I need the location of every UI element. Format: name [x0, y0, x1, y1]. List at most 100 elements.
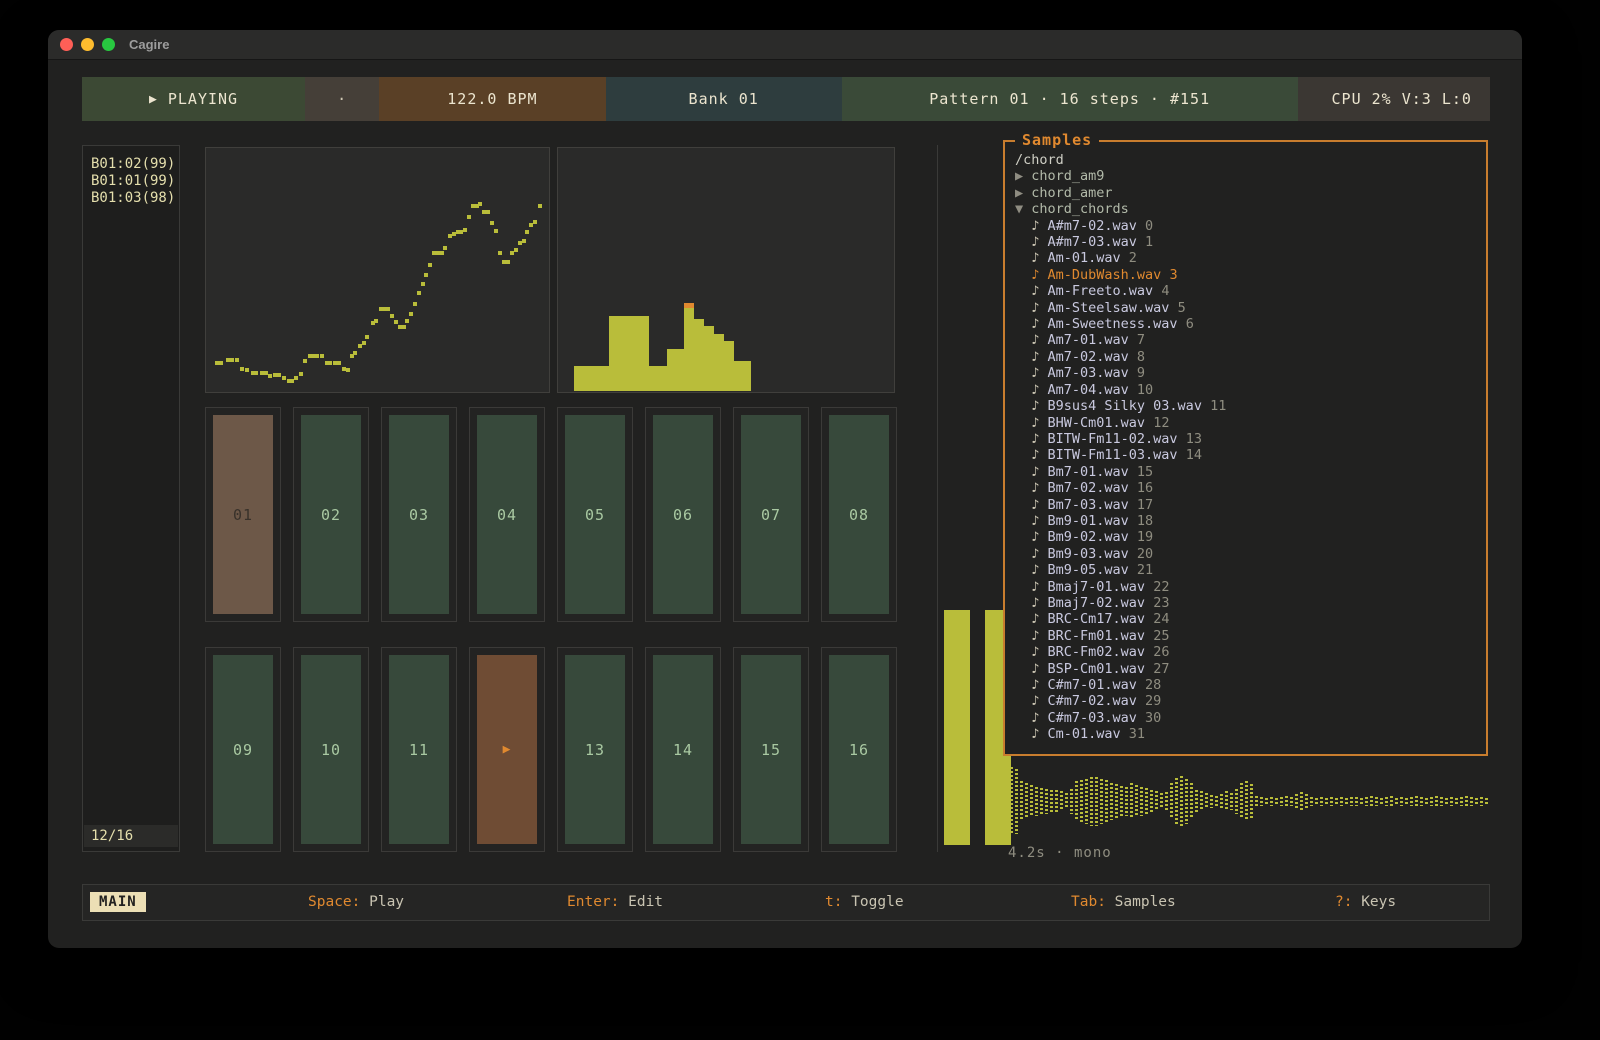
- sample-file-row[interactable]: ♪ Am-01.wav 2: [1015, 250, 1476, 266]
- sample-file-row[interactable]: ♪ BRC-Fm02.wav 26: [1015, 644, 1476, 660]
- sample-file-index: 24: [1145, 611, 1169, 627]
- sample-file-row[interactable]: ♪ BHW-Cm01.wav 12: [1015, 415, 1476, 431]
- event-list: B01:02(99)B01:01(99)B01:03(98): [83, 146, 179, 217]
- sample-file-row[interactable]: ♪ BRC-Fm01.wav 25: [1015, 628, 1476, 644]
- shortcut-key: ?:: [1335, 894, 1352, 910]
- pad-8[interactable]: 08: [829, 415, 889, 614]
- sample-file-row[interactable]: ♪ Bm7-02.wav 16: [1015, 480, 1476, 496]
- waveform-column: [1185, 779, 1188, 824]
- pad-4[interactable]: 04: [477, 415, 537, 614]
- waveform-column: [1130, 783, 1133, 819]
- sample-file-row[interactable]: ♪ Am-DubWash.wav 3: [1015, 267, 1476, 283]
- sample-file-row[interactable]: ♪ Am7-01.wav 7: [1015, 332, 1476, 348]
- music-note-icon: ♪: [1015, 726, 1048, 742]
- waveform-column: [1210, 795, 1213, 808]
- waveform-column: [1365, 797, 1368, 806]
- waveform-column: [1310, 797, 1313, 806]
- waveform-column: [1290, 797, 1293, 806]
- folder-row[interactable]: ▶ chord_amer: [1015, 185, 1476, 201]
- sample-file-name: Am7-02.wav: [1048, 349, 1129, 365]
- sample-file-row[interactable]: ♪ Bm9-03.wav 20: [1015, 546, 1476, 562]
- sample-file-row[interactable]: ♪ C#m7-02.wav 29: [1015, 693, 1476, 709]
- sample-file-row[interactable]: ♪ Cm-01.wav 31: [1015, 726, 1476, 742]
- zoom-icon[interactable]: [102, 38, 115, 51]
- sample-file-index: 30: [1137, 710, 1161, 726]
- sample-file-row[interactable]: ♪ B9sus4 Silky 03.wav 11: [1015, 398, 1476, 414]
- sample-file-name: BITW-Fm11-02.wav: [1048, 431, 1178, 447]
- sample-file-row[interactable]: ♪ Am-Steelsaw.wav 5: [1015, 300, 1476, 316]
- waveform-column: [1265, 798, 1268, 805]
- pad-7[interactable]: 07: [741, 415, 801, 614]
- pad-2[interactable]: 02: [301, 415, 361, 614]
- scatter-dot: [268, 374, 272, 378]
- pad-12[interactable]: ▶: [477, 655, 537, 844]
- sample-file-row[interactable]: ♪ BITW-Fm11-02.wav 13: [1015, 431, 1476, 447]
- pad-15[interactable]: 15: [741, 655, 801, 844]
- sample-file-name: C#m7-01.wav: [1048, 677, 1137, 693]
- scatter-dot: [365, 335, 369, 339]
- pad-10[interactable]: 10: [301, 655, 361, 844]
- pad-cell-12: ▶: [469, 647, 545, 852]
- sample-file-row[interactable]: ♪ Am7-03.wav 9: [1015, 365, 1476, 381]
- sample-file-index: 29: [1137, 693, 1161, 709]
- sample-file-row[interactable]: ♪ Am7-02.wav 8: [1015, 349, 1476, 365]
- scatter-dot: [522, 239, 526, 243]
- music-note-icon: ♪: [1015, 677, 1048, 693]
- sample-file-row[interactable]: ♪ A#m7-02.wav 0: [1015, 218, 1476, 234]
- minimize-icon[interactable]: [81, 38, 94, 51]
- sample-file-row[interactable]: ♪ Bmaj7-02.wav 23: [1015, 595, 1476, 611]
- sample-file-row[interactable]: ♪ Am-Freeto.wav 4: [1015, 283, 1476, 299]
- pad-9[interactable]: 09: [213, 655, 273, 844]
- sample-file-row[interactable]: ♪ Bmaj7-01.wav 22: [1015, 579, 1476, 595]
- sample-file-row[interactable]: ♪ Bm9-05.wav 21: [1015, 562, 1476, 578]
- waveform-column: [1155, 791, 1158, 811]
- music-note-icon: ♪: [1015, 365, 1048, 381]
- sample-file-row[interactable]: ♪ BITW-Fm11-03.wav 14: [1015, 447, 1476, 463]
- sample-file-row[interactable]: ♪ Am-Sweetness.wav 6: [1015, 316, 1476, 332]
- bpm-display: 122.0 BPM: [379, 77, 606, 121]
- footer-bar: MAIN Space: PlayEnter: Editt: ToggleTab:…: [82, 884, 1490, 921]
- waveform-column: [1445, 798, 1448, 805]
- sample-file-row[interactable]: ♪ BSP-Cm01.wav 27: [1015, 661, 1476, 677]
- music-note-icon: ♪: [1015, 316, 1048, 332]
- scatter-dot: [386, 307, 390, 311]
- sample-file-row[interactable]: ♪ Bm9-01.wav 18: [1015, 513, 1476, 529]
- pad-13[interactable]: 13: [565, 655, 625, 844]
- music-note-icon: ♪: [1015, 628, 1048, 644]
- sample-file-row[interactable]: ♪ Bm7-01.wav 15: [1015, 464, 1476, 480]
- waveform-column: [1405, 798, 1408, 805]
- music-note-icon: ♪: [1015, 349, 1048, 365]
- sample-file-index: 7: [1129, 332, 1145, 348]
- sample-file-row[interactable]: ♪ Bm7-03.wav 17: [1015, 497, 1476, 513]
- sample-file-row[interactable]: ♪ Am7-04.wav 10: [1015, 382, 1476, 398]
- waveform-column: [1150, 790, 1153, 813]
- sample-file-row[interactable]: ♪ Bm9-02.wav 19: [1015, 529, 1476, 545]
- scatter-dot: [428, 263, 432, 267]
- folder-row[interactable]: ▶ chord_am9: [1015, 168, 1476, 184]
- title-bar: Cagire: [48, 30, 1522, 60]
- music-note-icon: ♪: [1015, 447, 1048, 463]
- pad-1[interactable]: 01: [213, 415, 273, 614]
- pad-5[interactable]: 05: [565, 415, 625, 614]
- pad-6[interactable]: 06: [653, 415, 713, 614]
- sample-file-row[interactable]: ♪ BRC-Cm17.wav 24: [1015, 611, 1476, 627]
- shortcut-label: Samples: [1106, 894, 1176, 910]
- close-icon[interactable]: [60, 38, 73, 51]
- waveform-column: [1320, 797, 1323, 806]
- pad-14[interactable]: 14: [653, 655, 713, 844]
- pad-16[interactable]: 16: [829, 655, 889, 844]
- sample-file-row[interactable]: ♪ C#m7-03.wav 30: [1015, 710, 1476, 726]
- music-note-icon: ♪: [1015, 497, 1048, 513]
- pattern-display: Pattern 01 · 16 steps · #151: [842, 77, 1298, 121]
- pad-3[interactable]: 03: [389, 415, 449, 614]
- sample-file-row[interactable]: ♪ A#m7-03.wav 1: [1015, 234, 1476, 250]
- scatter-dot: [362, 341, 366, 345]
- mode-badge: MAIN: [90, 892, 146, 912]
- sample-file-index: 12: [1145, 415, 1169, 431]
- waveform-display: [1005, 763, 1492, 839]
- sample-file-row[interactable]: ♪ C#m7-01.wav 28: [1015, 677, 1476, 693]
- sample-file-name: Bm9-02.wav: [1048, 529, 1129, 545]
- pad-11[interactable]: 11: [389, 655, 449, 844]
- folder-row[interactable]: ▼ chord_chords: [1015, 201, 1476, 217]
- sample-file-index: 31: [1121, 726, 1145, 742]
